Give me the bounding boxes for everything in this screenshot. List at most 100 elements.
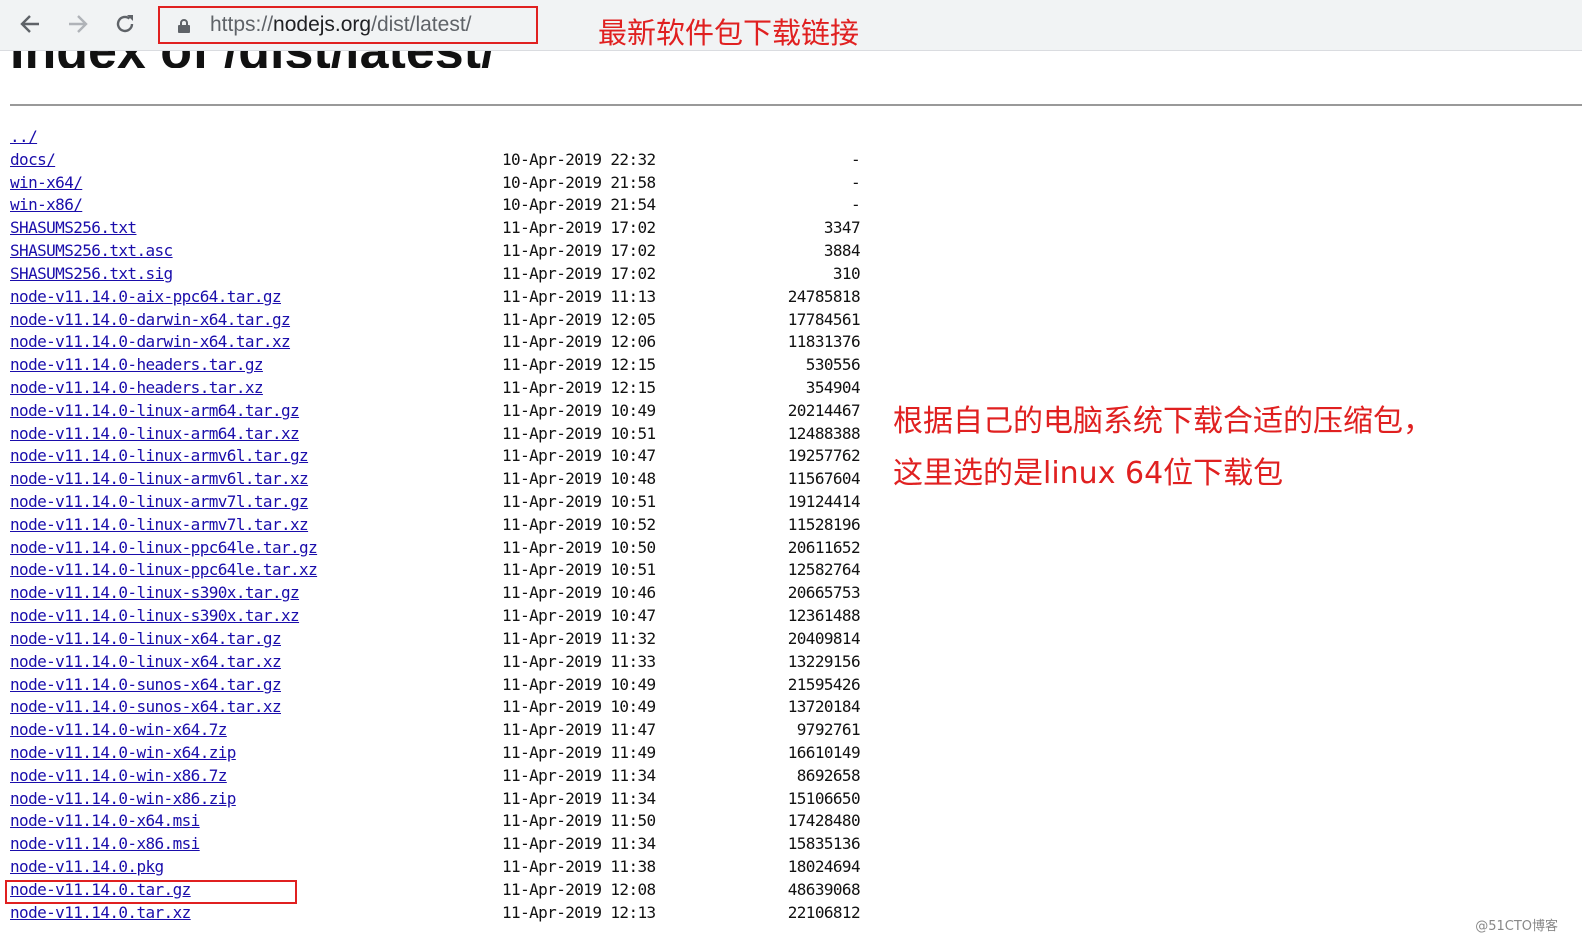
table-row: node-v11.14.0-linux-arm64.tar.gz 11-Apr-2… xyxy=(0,401,900,424)
file-size: 21595426 xyxy=(787,674,861,694)
file-date: 11-Apr-2019 12:15 xyxy=(502,355,656,375)
file-link[interactable]: node-v11.14.0.tar.xz xyxy=(10,903,191,922)
file-link[interactable]: node-v11.14.0-linux-arm64.tar.gz xyxy=(10,401,300,420)
table-row: win-x64/10-Apr-2019 21:58 - xyxy=(0,173,900,196)
file-size: 15835136 xyxy=(787,834,861,854)
file-size: 20214467 xyxy=(787,400,861,420)
divider xyxy=(10,104,1582,106)
file-date: 11-Apr-2019 11:33 xyxy=(502,651,656,671)
table-row: node-v11.14.0-win-x64.zip 11-Apr-2019 11:… xyxy=(0,743,900,766)
file-link[interactable]: SHASUMS256.txt.asc xyxy=(10,241,173,260)
back-button[interactable] xyxy=(12,6,48,42)
file-link[interactable]: node-v11.14.0-linux-arm64.tar.xz xyxy=(10,424,300,443)
file-link[interactable]: node-v11.14.0-linux-s390x.tar.xz xyxy=(10,606,300,625)
back-arrow-icon xyxy=(20,15,39,33)
file-date: 11-Apr-2019 10:49 xyxy=(502,400,656,420)
file-size: 12488388 xyxy=(787,423,861,443)
table-row: node-v11.14.0-linux-x64.tar.xz 11-Apr-201… xyxy=(0,652,900,675)
table-row: docs/10-Apr-2019 22:32 - xyxy=(0,150,900,173)
file-size: 20611652 xyxy=(787,537,861,557)
file-link[interactable]: node-v11.14.0-win-x64.zip xyxy=(10,743,236,762)
table-row: node-v11.14.0-linux-ppc64le.tar.gz 11-Apr… xyxy=(0,538,900,561)
table-row: node-v11.14.0-x86.msi 11-Apr-2019 11:34 15… xyxy=(0,834,900,857)
file-date: 11-Apr-2019 10:47 xyxy=(502,446,656,466)
file-size: 3884 xyxy=(823,241,861,261)
file-link[interactable]: SHASUMS256.txt xyxy=(10,218,137,237)
file-date: 11-Apr-2019 17:02 xyxy=(502,241,656,261)
file-size: 48639068 xyxy=(787,879,861,899)
file-link[interactable]: node-v11.14.0-darwin-x64.tar.gz xyxy=(10,310,291,329)
table-row: node-v11.14.0-sunos-x64.tar.gz 11-Apr-201… xyxy=(0,675,900,698)
reload-button[interactable] xyxy=(107,6,143,42)
file-size: 17428480 xyxy=(787,811,861,831)
table-row: node-v11.14.0-linux-ppc64le.tar.xz 11-Apr… xyxy=(0,560,900,583)
file-size: 11831376 xyxy=(787,332,861,352)
parent-dir-link[interactable]: ../ xyxy=(10,127,38,146)
watermark: @51CTO博客 xyxy=(1475,919,1558,934)
file-date: 11-Apr-2019 10:46 xyxy=(502,583,656,603)
table-row: node-v11.14.0-linux-armv6l.tar.gz 11-Apr-… xyxy=(0,446,900,469)
file-size: 354904 xyxy=(805,377,861,397)
file-date: 11-Apr-2019 10:50 xyxy=(502,537,656,557)
table-row: node-v11.14.0-linux-x64.tar.gz 11-Apr-201… xyxy=(0,629,900,652)
forward-button[interactable] xyxy=(60,6,96,42)
file-link[interactable]: node-v11.14.0-headers.tar.xz xyxy=(10,378,264,397)
file-link[interactable]: node-v11.14.0-x86.msi xyxy=(10,834,200,853)
file-date: 11-Apr-2019 11:34 xyxy=(502,834,656,854)
file-date: 10-Apr-2019 21:54 xyxy=(502,195,656,215)
file-size: 310 xyxy=(832,263,861,283)
file-link[interactable]: node-v11.14.0-linux-x64.tar.xz xyxy=(10,652,282,671)
file-size: 11567604 xyxy=(787,469,861,489)
file-date: 11-Apr-2019 10:51 xyxy=(502,492,656,511)
table-row: win-x86/10-Apr-2019 21:54 - xyxy=(0,195,900,218)
file-size: 3347 xyxy=(823,218,861,238)
file-date: 11-Apr-2019 11:32 xyxy=(502,628,656,648)
file-date: 11-Apr-2019 11:50 xyxy=(502,811,656,831)
file-link[interactable]: node-v11.14.0-win-x86.7z xyxy=(10,766,227,785)
file-link[interactable]: node-v11.14.0-win-x64.7z xyxy=(10,720,227,739)
file-link[interactable]: docs/ xyxy=(10,150,56,169)
table-row: node-v11.14.0.pkg 11-Apr-2019 11:38 180246… xyxy=(0,857,900,880)
file-link[interactable]: node-v11.14.0-linux-armv7l.tar.xz xyxy=(10,515,309,534)
table-row: node-v11.14.0-linux-s390x.tar.gz 11-Apr-2… xyxy=(0,583,900,606)
file-link[interactable]: node-v11.14.0-x64.msi xyxy=(10,811,200,830)
file-link[interactable]: node-v11.14.0-linux-s390x.tar.gz xyxy=(10,583,300,602)
file-link[interactable]: node-v11.14.0-sunos-x64.tar.xz xyxy=(10,697,282,716)
file-date: 11-Apr-2019 10:48 xyxy=(502,469,656,489)
file-link[interactable]: node-v11.14.0-linux-armv6l.tar.xz xyxy=(10,469,309,488)
file-date: 10-Apr-2019 21:58 xyxy=(502,172,656,192)
table-row: node-v11.14.0.tar.xz 11-Apr-2019 12:13 221… xyxy=(0,903,900,926)
file-link[interactable]: node-v11.14.0-aix-ppc64.tar.gz xyxy=(10,287,282,306)
file-date: 11-Apr-2019 12:05 xyxy=(502,309,656,329)
file-listing: ../ docs/10-Apr-2019 22:32- win-x64/10-Ap… xyxy=(0,127,900,925)
file-link[interactable]: node-v11.14.0-headers.tar.gz xyxy=(10,355,264,374)
annotation-choose-package: 根据自己的电脑系统下载合适的压缩包， 这里选的是linux 64位下载包 xyxy=(893,396,1433,500)
file-link[interactable]: node-v11.14.0-linux-ppc64le.tar.gz xyxy=(10,538,318,557)
file-link[interactable]: win-x86/ xyxy=(10,195,83,214)
file-link[interactable]: node-v11.14.0-win-x86.zip xyxy=(10,789,236,808)
file-link[interactable]: node-v11.14.0-linux-armv6l.tar.gz xyxy=(10,446,309,465)
file-link[interactable]: win-x64/ xyxy=(10,173,83,192)
file-link[interactable]: node-v11.14.0-darwin-x64.tar.xz xyxy=(10,332,291,351)
file-date: 11-Apr-2019 17:02 xyxy=(502,218,656,238)
file-size: 18024694 xyxy=(787,857,861,876)
file-link[interactable]: node-v11.14.0-linux-ppc64le.tar.xz xyxy=(10,560,318,579)
file-link[interactable]: node-v11.14.0-linux-armv7l.tar.gz xyxy=(10,492,309,511)
file-link[interactable]: node-v11.14.0-sunos-x64.tar.gz xyxy=(10,675,282,694)
annotation-line-1: 根据自己的电脑系统下载合适的压缩包， xyxy=(893,404,1433,439)
file-date: 11-Apr-2019 11:38 xyxy=(502,857,656,876)
file-date: 11-Apr-2019 10:49 xyxy=(502,697,656,717)
file-link[interactable]: SHASUMS256.txt.sig xyxy=(10,264,173,283)
file-size: 19257762 xyxy=(787,446,861,466)
file-size: 13229156 xyxy=(787,651,861,671)
table-row: node-v11.14.0-darwin-x64.tar.xz 11-Apr-20… xyxy=(0,332,900,355)
file-size: 11528196 xyxy=(787,514,861,534)
file-date: 11-Apr-2019 12:08 xyxy=(502,879,656,899)
file-link[interactable]: node-v11.14.0.pkg xyxy=(10,857,164,876)
file-size: 15106650 xyxy=(787,788,861,808)
file-size: - xyxy=(850,149,861,169)
address-bar[interactable]: https://nodejs.org/dist/latest/ xyxy=(158,6,538,44)
list-item: ../ xyxy=(0,127,900,150)
file-date: 11-Apr-2019 10:51 xyxy=(502,423,656,443)
file-link[interactable]: node-v11.14.0-linux-x64.tar.gz xyxy=(10,629,282,648)
